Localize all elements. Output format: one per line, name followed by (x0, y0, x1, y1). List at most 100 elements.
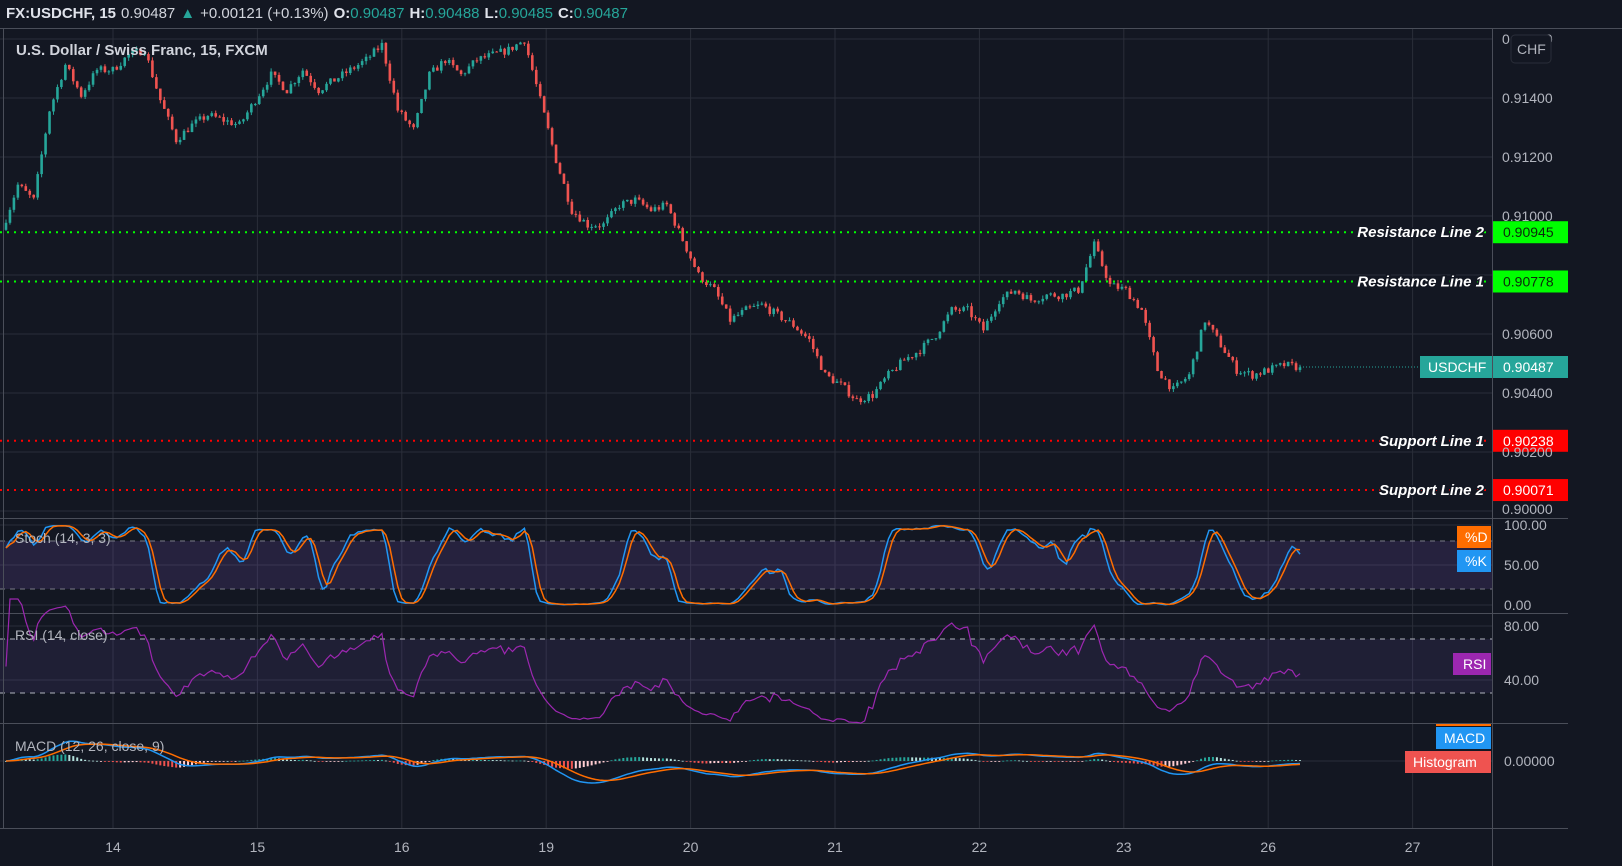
rsi-legend[interactable]: RSI (14, close) (15, 627, 108, 643)
candle-body (891, 369, 894, 371)
candle-body (614, 208, 617, 212)
histogram-bar (135, 761, 138, 763)
candle-body (68, 64, 71, 70)
candle-body (914, 352, 918, 358)
candle-body (562, 173, 566, 184)
candle-body (424, 89, 427, 99)
histogram-bar (297, 759, 300, 761)
histogram-bar (661, 758, 664, 761)
histogram-bar (741, 761, 744, 762)
histogram-bar (1021, 760, 1024, 762)
macd-lines (5, 740, 1301, 784)
histogram-bar (744, 761, 747, 762)
candle-body (384, 42, 388, 64)
histogram-bar (230, 761, 233, 762)
histogram-bar (693, 761, 696, 763)
macd-legend[interactable]: MACD (12, 26, close, 9) (15, 738, 164, 754)
candle-body (1247, 371, 1250, 373)
histogram-bar (792, 759, 795, 761)
histogram-bar (1219, 757, 1222, 761)
histogram-bar (333, 761, 336, 762)
candle-body (519, 42, 522, 45)
stoch-k-label: %K (1465, 553, 1487, 569)
histogram-bar (618, 758, 621, 761)
candle-body (780, 311, 783, 321)
histogram-bar (796, 760, 799, 761)
time-tick: 26 (1260, 839, 1276, 855)
histogram-bar (669, 758, 672, 761)
candle-body (1179, 381, 1183, 383)
histogram-bar (111, 761, 114, 763)
candle-body (693, 258, 696, 268)
candle-body (396, 92, 400, 111)
candle-body (325, 83, 328, 91)
candle-body (1092, 241, 1096, 257)
candle-body (1057, 296, 1060, 300)
histogram-bar (40, 758, 43, 761)
candle-body (83, 90, 87, 97)
candle-body (673, 213, 677, 226)
candle-body (356, 65, 360, 69)
histogram-bar (1014, 760, 1017, 762)
time-axis[interactable]: 14 15 16 19 20 21 22 23 26 27 (105, 839, 1420, 855)
histogram-bar (1204, 757, 1207, 761)
candle-body (768, 306, 772, 315)
candle-body (313, 82, 316, 88)
histogram-bar (479, 759, 482, 761)
currency-badge[interactable]: CHF (1510, 34, 1552, 64)
candle-body (570, 201, 574, 214)
candle-body (1065, 293, 1068, 298)
candle-body (764, 303, 768, 307)
candle-body (210, 113, 214, 116)
candle-body (997, 304, 1001, 312)
candle-body (546, 112, 550, 129)
histogram-bar (103, 761, 106, 762)
candle-body (174, 129, 178, 143)
candle-body (527, 43, 530, 56)
histogram-bar (202, 761, 205, 763)
candle-body (71, 69, 75, 82)
histogram-bar (677, 760, 680, 761)
stoch-legend[interactable]: Stoch (14, 3, 3) (15, 530, 111, 546)
stoch-tick: 100.00 (1504, 517, 1547, 533)
candle-body (111, 66, 115, 72)
candle-body (958, 309, 961, 311)
candle-body (388, 63, 392, 81)
candle-body (1219, 335, 1223, 348)
histogram-bar (250, 759, 253, 761)
histogram-bar (44, 757, 47, 761)
histogram-bar (1132, 761, 1135, 764)
time-tick: 15 (250, 839, 266, 855)
candle-body (574, 213, 578, 215)
histogram-bar (895, 757, 898, 761)
candle-body (906, 357, 910, 361)
candle-body (523, 42, 526, 44)
candle-body (954, 307, 958, 310)
candle-body (103, 66, 107, 73)
candle-body (661, 202, 665, 210)
histogram-bar (598, 761, 601, 764)
histogram-bar (163, 761, 166, 767)
candle-body (285, 90, 289, 94)
candle-body (859, 398, 863, 403)
stoch-tick: 0.00 (1504, 597, 1531, 613)
candle-body (499, 48, 502, 52)
candle-body (507, 46, 510, 55)
candle-body (265, 84, 269, 90)
histogram-bar (309, 760, 312, 762)
histogram-bar (511, 760, 514, 762)
chart-canvas[interactable]: Resistance Line 2 0.90945 Resistance Line … (0, 0, 1622, 866)
price-tick: 0.90200 (1502, 444, 1553, 460)
candle-body (1081, 281, 1084, 293)
candle-body (732, 315, 736, 322)
candle-body (986, 320, 989, 331)
histogram-bar (119, 761, 122, 763)
candle-body (772, 308, 775, 315)
candle-body (1120, 286, 1124, 289)
histogram-bar (28, 759, 31, 761)
candle-body (1128, 287, 1132, 300)
histogram-bar (238, 760, 241, 762)
candle-body (214, 113, 218, 117)
histogram-bar (1287, 759, 1290, 761)
candle-body (784, 320, 787, 322)
